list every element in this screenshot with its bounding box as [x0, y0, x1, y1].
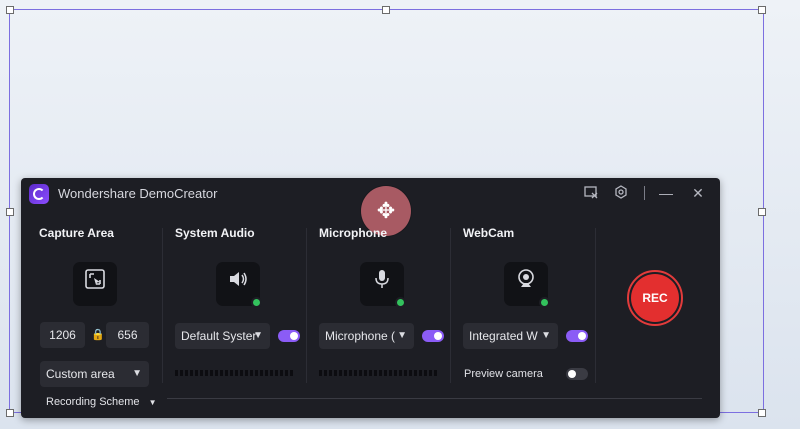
microphone-toggle[interactable] — [422, 330, 444, 342]
settings-icon[interactable] — [613, 185, 629, 201]
microphone-title: Microphone — [319, 226, 387, 240]
webcam-icon[interactable] — [504, 262, 550, 308]
resize-handle-middle-left[interactable] — [6, 208, 14, 216]
toolbar-separator — [644, 186, 645, 200]
toggle-knob — [434, 332, 442, 340]
webcam-title: WebCam — [463, 226, 515, 240]
divider — [595, 228, 596, 383]
capture-mode-select[interactable]: Custom area ▼ — [40, 361, 149, 387]
system-audio-device-select[interactable]: Default Syster ▼ — [175, 323, 270, 349]
bottom-divider — [167, 398, 702, 399]
recorder-panel: Wondershare DemoCreator — ✕ ✥ Capture Ar… — [21, 178, 720, 418]
recording-scheme-label: Recording Scheme — [46, 396, 140, 408]
capture-area-section: Capture Area 1206 🔒 656 Custom area ▼ Re… — [21, 226, 161, 408]
toggle-knob — [578, 332, 586, 340]
toggle-knob — [290, 332, 298, 340]
capture-area-title: Capture Area — [39, 226, 114, 240]
microphone-device-value: Microphone ( — [325, 329, 396, 343]
aspect-lock-icon[interactable]: 🔒 — [91, 328, 105, 341]
preview-camera-label: Preview camera — [464, 368, 543, 380]
status-ok-icon — [539, 297, 550, 308]
recording-scheme-dropdown[interactable]: Recording Scheme ▼ — [46, 396, 157, 408]
system-audio-level-meter — [175, 370, 293, 376]
toggle-knob — [568, 370, 576, 378]
system-audio-toggle[interactable] — [278, 330, 300, 342]
capture-mode-value: Custom area — [46, 367, 115, 381]
chevron-down-icon: ▼ — [132, 368, 142, 379]
capture-height-input[interactable]: 656 — [106, 322, 149, 348]
status-ok-icon — [395, 297, 406, 308]
preview-camera-toggle[interactable] — [566, 368, 588, 380]
capture-width-input[interactable]: 1206 — [40, 322, 85, 348]
close-icon[interactable]: ✕ — [690, 185, 706, 201]
status-ok-icon — [251, 297, 262, 308]
webcam-device-value: Integrated W — [469, 329, 538, 343]
minimize-icon[interactable]: — — [658, 185, 674, 201]
resize-handle-bottom-right[interactable] — [758, 409, 766, 417]
chevron-down-icon: ▼ — [253, 330, 263, 341]
democreator-logo-icon — [29, 184, 49, 204]
chevron-down-icon: ▼ — [397, 330, 407, 341]
chevron-down-icon: ▼ — [541, 330, 551, 341]
system-audio-device-value: Default Syster — [181, 329, 257, 343]
webcam-device-select[interactable]: Integrated W ▼ — [463, 323, 558, 349]
microphone-device-select[interactable]: Microphone ( ▼ — [319, 323, 414, 349]
resize-handle-bottom-left[interactable] — [6, 409, 14, 417]
microphone-section: Microphone Microphone ( ▼ — [307, 226, 451, 376]
resize-handle-middle-right[interactable] — [758, 208, 766, 216]
record-button[interactable]: REC — [631, 274, 679, 322]
chevron-down-icon: ▼ — [148, 398, 157, 407]
webcam-toggle[interactable] — [566, 330, 588, 342]
window-title: Wondershare DemoCreator — [58, 186, 218, 201]
speaker-icon[interactable] — [216, 262, 262, 308]
webcam-section: WebCam Integrated W ▼ Preview camera — [451, 226, 596, 380]
microphone-icon[interactable] — [360, 262, 406, 308]
screenshot-icon[interactable] — [583, 185, 599, 201]
resize-handle-top-right[interactable] — [758, 6, 766, 14]
capture-area-icon[interactable] — [73, 262, 117, 306]
resize-handle-top-center[interactable] — [382, 6, 390, 14]
system-audio-section: System Audio Default Syster ▼ — [163, 226, 307, 376]
microphone-level-meter — [319, 370, 437, 376]
resize-handle-top-left[interactable] — [6, 6, 14, 14]
system-audio-title: System Audio — [175, 226, 255, 240]
